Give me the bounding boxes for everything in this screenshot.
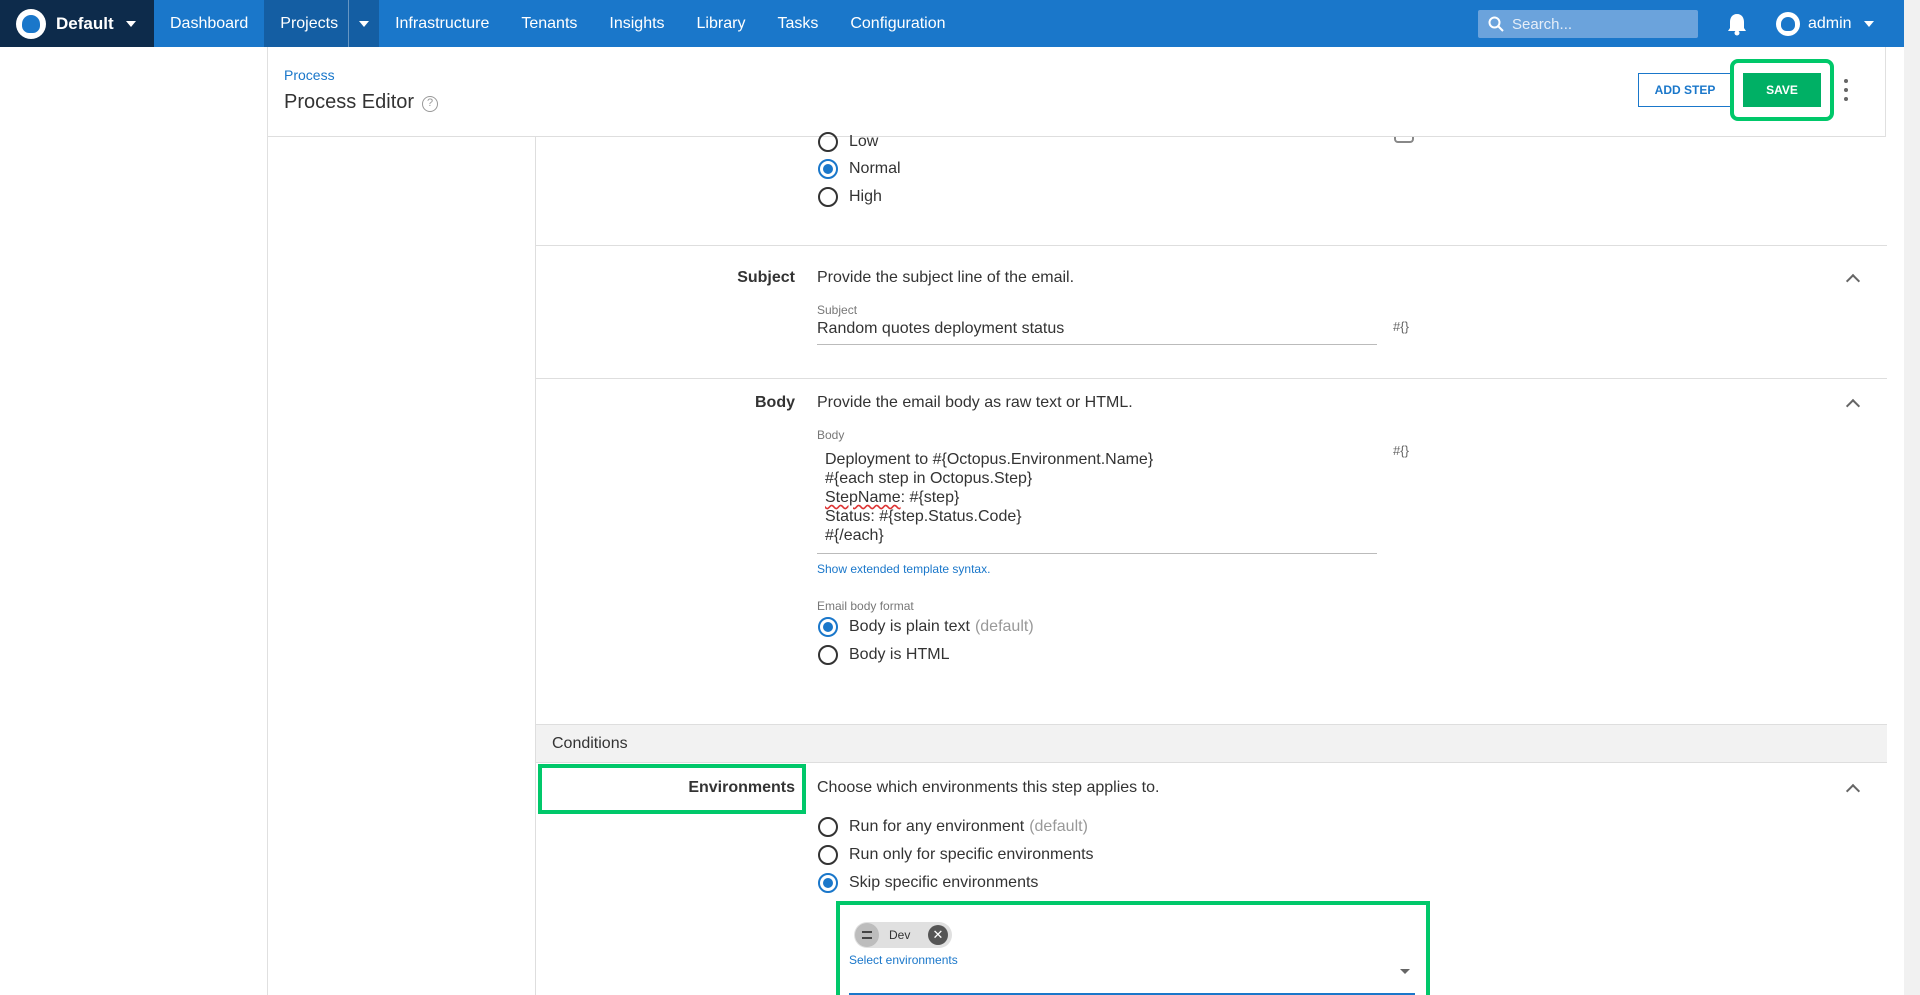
dropdown-caret-icon[interactable]	[1400, 969, 1410, 974]
body-description: Provide the email body as raw text or HT…	[817, 394, 1133, 411]
projects-dropdown-button[interactable]	[348, 0, 380, 47]
nav-library[interactable]: Library	[681, 0, 762, 47]
environments-description: Choose which environments this step appl…	[817, 779, 1160, 796]
body-label: Body	[755, 394, 795, 411]
skip-specific-environments-radio[interactable]: Skip specific environments	[818, 873, 1038, 893]
environment-chip-dev[interactable]: Dev ✕	[854, 922, 952, 948]
radio-circle	[818, 845, 838, 865]
collapse-chevron-icon[interactable]	[1845, 783, 1861, 799]
page-scrollbar[interactable]	[1904, 0, 1920, 995]
space-name: Default	[56, 13, 114, 33]
radio-circle-checked	[818, 617, 838, 637]
email-body-format-label: Email body format	[817, 599, 914, 613]
body-line-misspelled: StepName	[825, 489, 901, 506]
space-logo-icon	[16, 8, 46, 39]
save-highlight-box	[1730, 59, 1834, 121]
priority-row: Low Normal High	[536, 132, 1887, 246]
user-menu[interactable]: admin	[1776, 0, 1874, 47]
radio-label: Normal	[849, 160, 901, 177]
divider	[267, 47, 268, 995]
priority-normal-radio[interactable]: Normal	[818, 159, 901, 179]
radio-circle	[818, 132, 838, 152]
select-environments-label: Select environments	[849, 953, 958, 967]
space-switcher[interactable]: Default	[0, 0, 154, 47]
priority-high-radio[interactable]: High	[818, 187, 882, 207]
environment-icon	[855, 923, 879, 947]
chevron-down-icon	[125, 20, 136, 27]
radio-label: Low	[849, 133, 879, 150]
environment-select-highlight-box	[836, 901, 1430, 995]
radio-circle	[818, 187, 838, 207]
radio-circle-checked	[818, 873, 838, 893]
priority-low-radio[interactable]: Low	[818, 132, 878, 152]
nav-configuration[interactable]: Configuration	[834, 0, 961, 47]
more-options-icon[interactable]	[1843, 79, 1849, 101]
nav-insights[interactable]: Insights	[593, 0, 680, 47]
radio-circle	[818, 645, 838, 665]
nav-projects[interactable]: Projects	[264, 0, 349, 47]
breadcrumb-process[interactable]: Process	[284, 67, 335, 83]
search-icon	[1488, 16, 1504, 32]
environments-highlight-box	[538, 764, 806, 814]
variable-insert-icon[interactable]: #{}	[1393, 443, 1409, 458]
variable-insert-icon[interactable]: #{}	[1393, 319, 1409, 334]
radio-circle	[818, 817, 838, 837]
subject-input[interactable]: Random quotes deployment status	[817, 320, 1377, 345]
run-specific-environments-radio[interactable]: Run only for specific environments	[818, 845, 1094, 865]
radio-label: Skip specific environments	[849, 874, 1039, 891]
run-any-environment-radio[interactable]: Run for any environment (default)	[818, 817, 1088, 837]
collapse-chevron-icon[interactable]	[1845, 398, 1861, 414]
body-textarea[interactable]: Deployment to #{Octopus.Environment.Name…	[817, 450, 1377, 554]
body-field-label: Body	[817, 428, 845, 442]
top-navigation-bar: Default Dashboard Projects Infrastructur…	[0, 0, 1904, 47]
nav-tenants[interactable]: Tenants	[505, 0, 593, 47]
chevron-down-icon	[1863, 20, 1874, 27]
body-row: Body Provide the email body as raw text …	[536, 379, 1887, 725]
help-icon[interactable]: ?	[422, 96, 439, 112]
radio-label: Body is plain text	[849, 618, 970, 635]
body-line: : #{step}	[900, 489, 960, 506]
page-title: Process Editor?	[284, 91, 439, 114]
radio-label: Body is HTML	[849, 646, 950, 663]
chevron-down-icon	[359, 20, 370, 27]
radio-circle-checked	[818, 159, 838, 179]
extended-template-syntax-link[interactable]: Show extended template syntax.	[817, 562, 990, 576]
radio-label: Run for any environment	[849, 818, 1025, 835]
nav-tasks[interactable]: Tasks	[761, 0, 834, 47]
page-title-text: Process Editor	[284, 91, 415, 113]
subject-description: Provide the subject line of the email.	[817, 269, 1075, 286]
nav-dashboard[interactable]: Dashboard	[154, 0, 264, 47]
body-line: Deployment to #{Octopus.Environment.Name…	[825, 451, 1154, 468]
step-editor-panel: Low Normal High Subject Provide the subj…	[535, 132, 1887, 995]
default-hint: (default)	[974, 618, 1034, 635]
body-line: #{each step in Octopus.Step}	[825, 470, 1033, 487]
chip-label: Dev	[889, 928, 911, 942]
body-plain-text-radio[interactable]: Body is plain text (default)	[818, 617, 1034, 637]
notifications-bell-icon[interactable]	[1726, 12, 1748, 36]
search-input[interactable]	[1512, 15, 1682, 33]
user-avatar-icon	[1776, 11, 1800, 36]
page-header: Process Process Editor? ADD STEP SAVE	[268, 47, 1885, 137]
main-nav: Dashboard Projects Infrastructure Tenant…	[154, 0, 962, 47]
body-line: Status: #{step.Status.Code}	[825, 508, 1022, 525]
body-line: #{/each}	[825, 527, 884, 544]
collapse-chevron-icon[interactable]	[1845, 273, 1861, 289]
default-hint: (default)	[1029, 818, 1088, 835]
search-box[interactable]	[1478, 10, 1698, 38]
variable-binding-icon[interactable]	[1394, 137, 1414, 143]
subject-field-label: Subject	[817, 303, 858, 317]
radio-label: Run only for specific environments	[849, 846, 1094, 863]
nav-infrastructure[interactable]: Infrastructure	[379, 0, 505, 47]
subject-row: Subject Provide the subject line of the …	[536, 246, 1887, 379]
radio-label: High	[849, 188, 882, 205]
user-name: admin	[1808, 14, 1852, 32]
conditions-section-header: Conditions	[536, 725, 1887, 763]
subject-label: Subject	[737, 269, 795, 286]
add-step-button[interactable]: ADD STEP	[1638, 73, 1732, 107]
body-html-radio[interactable]: Body is HTML	[818, 645, 949, 665]
remove-chip-icon[interactable]: ✕	[928, 925, 948, 945]
